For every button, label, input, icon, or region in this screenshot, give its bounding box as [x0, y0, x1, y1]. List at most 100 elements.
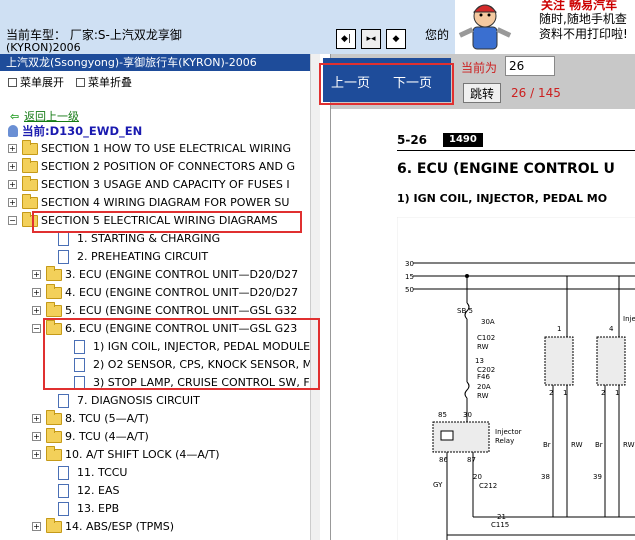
- expand-toggle-icon[interactable]: +: [32, 270, 41, 279]
- tree-item[interactable]: + SECTION 2 POSITION OF CONNECTORS AND G: [0, 158, 310, 176]
- document-icon: [58, 250, 69, 264]
- expand-toggle-icon[interactable]: +: [32, 432, 41, 441]
- expand-toggle-icon[interactable]: +: [32, 414, 41, 423]
- document-view: 5-26 1490 6. ECU (ENGINE CONTROL U 1) IG…: [331, 109, 635, 540]
- expand-all-button[interactable]: 菜单展开: [8, 74, 64, 90]
- wiring-diagram: 30 15 50 SB 5 30A C102 RW 13 C202 F46 20…: [397, 217, 635, 540]
- svg-text:30: 30: [463, 411, 472, 419]
- svg-text:RW: RW: [571, 441, 583, 449]
- current-location: 当前:D130_EWD_EN: [8, 123, 142, 139]
- bus-15: 15: [405, 273, 414, 281]
- document-icon: [58, 466, 69, 480]
- folder-icon: [46, 410, 62, 425]
- collapse-toggle-icon[interactable]: −: [8, 216, 17, 225]
- panel-title: 上汽双龙(Ssongyong)-享御旅行车(KYRON)-2006: [0, 54, 310, 71]
- tree-item-label: SECTION 1 HOW TO USE ELECTRICAL WIRING: [41, 142, 292, 155]
- tree-item[interactable]: +5. ECU (ENGINE CONTROL UNIT—GSL G32: [0, 302, 310, 320]
- folder-icon: [22, 176, 38, 191]
- svg-text:RW: RW: [477, 392, 489, 400]
- tree-item[interactable]: − 6. ECU (ENGINE CONTROL UNIT—GSL G23: [0, 320, 310, 338]
- folder-icon: [22, 212, 38, 227]
- tree-item-label: 2. PREHEATING CIRCUIT: [77, 250, 209, 263]
- next-page-button[interactable]: 下一页: [393, 72, 432, 91]
- expand-toggle-icon[interactable]: +: [32, 522, 41, 531]
- svg-text:RW: RW: [477, 343, 489, 351]
- collapse-all-button[interactable]: 菜单折叠: [76, 74, 132, 90]
- expand-toggle-icon[interactable]: +: [8, 180, 17, 189]
- svg-text:GY: GY: [433, 481, 443, 489]
- svg-text:Inje: Inje: [623, 315, 635, 323]
- svg-text:C212: C212: [479, 482, 497, 490]
- tree-item[interactable]: 2. PREHEATING CIRCUIT: [0, 248, 310, 266]
- tree-item-label: SECTION 2 POSITION OF CONNECTORS AND G: [41, 160, 295, 173]
- doc-rule: [397, 150, 635, 151]
- svg-text:Br: Br: [543, 441, 551, 449]
- tree-item[interactable]: + SECTION 3 USAGE AND CAPACITY OF FUSES I: [0, 176, 310, 194]
- tree-item[interactable]: + SECTION 4 WIRING DIAGRAM FOR POWER SU: [0, 194, 310, 212]
- folder-icon: [46, 428, 62, 443]
- expand-toggle-icon[interactable]: +: [8, 162, 17, 171]
- expand-toggle-icon[interactable]: +: [32, 306, 41, 315]
- tree-item-label: 2) O2 SENSOR, CPS, KNOCK SENSOR, M: [93, 358, 310, 371]
- goto-button[interactable]: 跳转: [463, 83, 501, 103]
- collapse-icon: [76, 78, 85, 87]
- tree-item[interactable]: 7. DIAGNOSIS CIRCUIT: [0, 392, 310, 410]
- mascot-icon: [458, 4, 512, 50]
- tree-item[interactable]: +4. ECU (ENGINE CONTROL UNIT—D20/D27: [0, 284, 310, 302]
- document-icon: [58, 502, 69, 516]
- folder-icon: [46, 446, 62, 461]
- prev-page-button[interactable]: 上一页: [331, 72, 370, 91]
- tree-item[interactable]: +14. ABS/ESP (TPMS): [0, 518, 310, 536]
- svg-text:C115: C115: [491, 521, 509, 529]
- tree-item-label: 7. DIAGNOSIS CIRCUIT: [77, 394, 200, 407]
- folder-icon: [22, 158, 38, 173]
- prev-frame-icon[interactable]: ◆: [386, 29, 406, 49]
- tree-item-label: SECTION 5 ELECTRICAL WIRING DIAGRAMS: [41, 214, 278, 227]
- tree-item-label: 6. ECU (ENGINE CONTROL UNIT—GSL G23: [65, 322, 298, 335]
- doc-page-number: 5-26: [397, 133, 428, 147]
- bus-50: 50: [405, 286, 414, 294]
- tree-item-label: 1) IGN COIL, INJECTOR, PEDAL MODULE: [93, 340, 310, 353]
- doc-badge: 1490: [443, 133, 483, 147]
- tree-item[interactable]: 13. EPB: [0, 500, 310, 518]
- svg-text:39: 39: [593, 473, 602, 481]
- svg-text:C102: C102: [477, 334, 495, 342]
- tree-item[interactable]: +9. TCU (4—A/T): [0, 428, 310, 446]
- tree-item[interactable]: 12. EAS: [0, 482, 310, 500]
- tree-item-label: SECTION 4 WIRING DIAGRAM FOR POWER SU: [41, 196, 290, 209]
- tree-item-label: 5. ECU (ENGINE CONTROL UNIT—GSL G32: [65, 304, 298, 317]
- first-page-icon[interactable]: ◆|: [336, 29, 356, 49]
- folder-icon: [46, 518, 62, 533]
- tree-item[interactable]: 1) IGN COIL, INJECTOR, PEDAL MODULE: [0, 338, 310, 356]
- tree-item[interactable]: − SECTION 5 ELECTRICAL WIRING DIAGRAMS: [0, 212, 310, 230]
- ad-banner[interactable]: 关注 畅易汽车 随时,随地手机查 资料不用打印啦!: [455, 0, 635, 54]
- tree-item[interactable]: 2) O2 SENSOR, CPS, KNOCK SENSOR, M: [0, 356, 310, 374]
- collapse-toggle-icon[interactable]: −: [32, 324, 41, 333]
- doc-subtitle: 1) IGN COIL, INJECTOR, PEDAL MO: [397, 192, 608, 205]
- fit-page-icon[interactable]: ▸◂: [361, 29, 381, 49]
- tree-item[interactable]: +8. TCU (5—A/T): [0, 410, 310, 428]
- expand-toggle-icon[interactable]: +: [8, 144, 17, 153]
- svg-text:38: 38: [541, 473, 550, 481]
- tree-item[interactable]: 1. STARTING & CHARGING: [0, 230, 310, 248]
- back-link[interactable]: ⇦ 返回上一级: [10, 108, 79, 124]
- page-input[interactable]: [505, 56, 555, 76]
- folder-icon: [22, 194, 38, 209]
- tree-item[interactable]: + SECTION 1 HOW TO USE ELECTRICAL WIRING: [0, 140, 310, 158]
- folder-icon: [46, 266, 62, 281]
- tree-item[interactable]: 11. TCCU: [0, 464, 310, 482]
- tree-scrollbar[interactable]: [310, 54, 320, 540]
- pager-box: 上一页 下一页: [323, 58, 451, 102]
- expand-toggle-icon[interactable]: +: [32, 288, 41, 297]
- svg-text:20: 20: [473, 473, 482, 481]
- page-count: 26 / 145: [511, 86, 561, 100]
- tree-item-label: 1. STARTING & CHARGING: [77, 232, 221, 245]
- expand-toggle-icon[interactable]: +: [8, 198, 17, 207]
- current-car-model: (KYRON)2006: [6, 41, 81, 54]
- document-icon: [58, 394, 69, 408]
- tree-item-label: 11. TCCU: [77, 466, 128, 479]
- tree-item[interactable]: +3. ECU (ENGINE CONTROL UNIT—D20/D27: [0, 266, 310, 284]
- tree-item[interactable]: 3) STOP LAMP, CRUISE CONTROL SW, F: [0, 374, 310, 392]
- tree-item[interactable]: +10. A/T SHIFT LOCK (4—A/T): [0, 446, 310, 464]
- expand-toggle-icon[interactable]: +: [32, 450, 41, 459]
